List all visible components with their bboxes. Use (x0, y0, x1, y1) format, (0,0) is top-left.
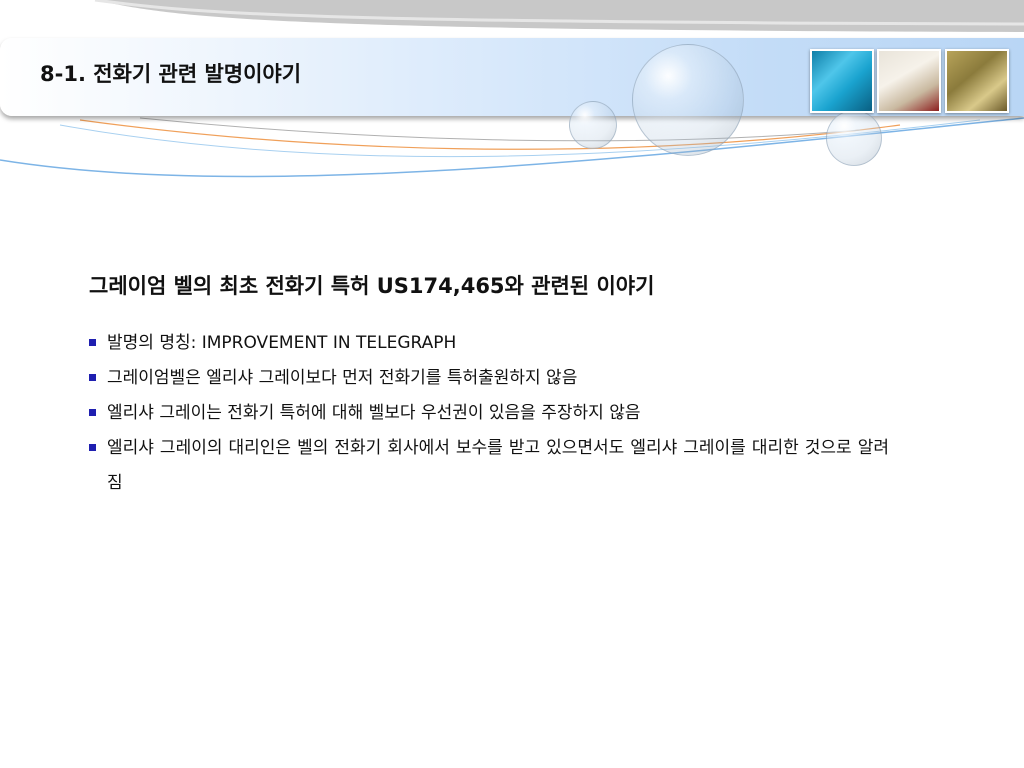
fabric-thumbnail (810, 49, 874, 113)
list-item: 엘리샤 그레이는 전화기 특허에 대해 벨보다 우선권이 있음을 주장하지 않음 (89, 396, 899, 431)
bullet-marker-icon (89, 339, 96, 346)
slide: 8-1. 전화기 관련 발명이야기 그레이엄 벨의 최초 전화기 특허 US17… (0, 0, 1024, 768)
bullet-marker-icon (89, 409, 96, 416)
certificate-thumbnail (877, 49, 941, 113)
bullet-text: 발명의 명칭: IMPROVEMENT IN TELEGRAPH (107, 333, 457, 353)
bullet-list: 발명의 명칭: IMPROVEMENT IN TELEGRAPH 그레이엄벨은 … (89, 326, 899, 501)
bullet-marker-icon (89, 374, 96, 381)
list-item: 그레이엄벨은 엘리샤 그레이보다 먼저 전화기를 특허출원하지 않음 (89, 361, 899, 396)
content-heading: 그레이엄 벨의 최초 전화기 특허 US174,465와 관련된 이야기 (89, 274, 655, 298)
slide-title: 8-1. 전화기 관련 발명이야기 (40, 62, 302, 86)
bubble-small-left (569, 101, 617, 149)
bullet-text: 그레이엄벨은 엘리샤 그레이보다 먼저 전화기를 특허출원하지 않음 (107, 368, 578, 388)
bullet-text: 엘리샤 그레이의 대리인은 벨의 전화기 회사에서 보수를 받고 있으면서도 엘… (107, 438, 889, 493)
bullet-text: 엘리샤 그레이는 전화기 특허에 대해 벨보다 우선권이 있음을 주장하지 않음 (107, 403, 641, 423)
bubble-small-right (826, 110, 882, 166)
list-item: 엘리샤 그레이의 대리인은 벨의 전화기 회사에서 보수를 받고 있으면서도 엘… (89, 431, 889, 501)
bullet-marker-icon (89, 444, 96, 451)
textured-thumbnail (945, 49, 1009, 113)
list-item: 발명의 명칭: IMPROVEMENT IN TELEGRAPH (89, 326, 899, 361)
bubble-large (632, 44, 744, 156)
